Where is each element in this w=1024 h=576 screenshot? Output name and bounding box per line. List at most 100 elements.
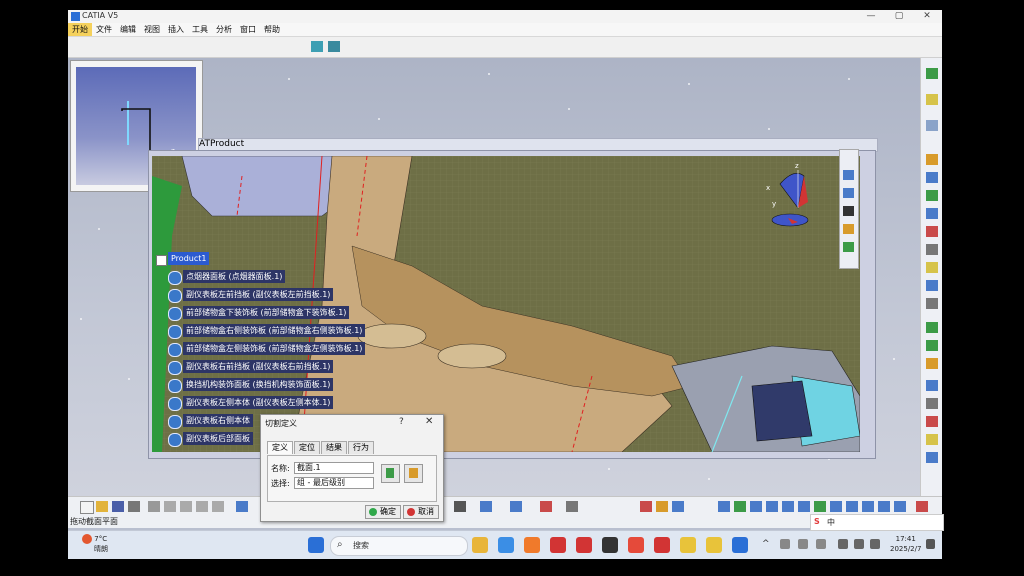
- chrome-icon[interactable]: [628, 537, 644, 553]
- normal-view-icon[interactable]: [814, 501, 826, 512]
- tree-root[interactable]: Product1: [156, 250, 356, 268]
- view-icon[interactable]: [878, 501, 890, 512]
- wifi-icon[interactable]: [838, 539, 848, 549]
- normal-view-icon[interactable]: [843, 242, 854, 252]
- tool-icon[interactable]: [540, 501, 552, 512]
- view-icon[interactable]: [830, 501, 842, 512]
- menu-help[interactable]: 帮助: [260, 23, 284, 36]
- menu-analysis[interactable]: 分析: [212, 23, 236, 36]
- undo-icon[interactable]: [196, 501, 208, 512]
- cancel-button[interactable]: 取消: [403, 505, 439, 519]
- section-tool-2-icon[interactable]: [328, 41, 340, 52]
- menu-view[interactable]: 视图: [140, 23, 164, 36]
- pan-icon[interactable]: [750, 501, 762, 512]
- fit-all-in-icon[interactable]: [734, 501, 746, 512]
- tool-icon[interactable]: [926, 416, 938, 427]
- view-icon[interactable]: [862, 501, 874, 512]
- tree-item[interactable]: 前部储物盒左侧装饰板 (前部储物盒左侧装饰板.1): [156, 340, 366, 358]
- tree-root-label[interactable]: Product1: [168, 252, 210, 265]
- tool-icon[interactable]: [926, 172, 938, 183]
- view-icon[interactable]: [894, 501, 906, 512]
- browser-icon[interactable]: [498, 537, 514, 553]
- fly-mode-icon[interactable]: [718, 501, 730, 512]
- tree-item[interactable]: 副仪表板左侧本体 (副仪表板左侧本体.1): [156, 394, 356, 412]
- rotate-icon[interactable]: [766, 501, 778, 512]
- tree-item-label[interactable]: 前部储物盒下装饰板 (前部储物盒下装饰板.1): [183, 306, 350, 319]
- tool-icon[interactable]: [926, 190, 938, 201]
- section-tool-icon[interactable]: [311, 41, 323, 52]
- notification-bell-icon[interactable]: [926, 539, 935, 549]
- rotate-icon[interactable]: [843, 206, 854, 216]
- tool-icon[interactable]: [566, 501, 578, 512]
- print-icon[interactable]: [128, 501, 140, 512]
- app-icon[interactable]: [654, 537, 670, 553]
- tree-item[interactable]: 点烟器面板 (点烟器面板.1): [156, 268, 356, 286]
- menu-file[interactable]: 文件: [92, 23, 116, 36]
- name-field[interactable]: 截面.1: [294, 462, 374, 474]
- menu-tools[interactable]: 工具: [188, 23, 212, 36]
- zoom-in-icon[interactable]: [782, 501, 794, 512]
- tool-icon[interactable]: [926, 226, 938, 237]
- redo-icon[interactable]: [212, 501, 224, 512]
- tool-icon[interactable]: [926, 358, 938, 369]
- new-icon[interactable]: [80, 501, 94, 514]
- dialog-close-button[interactable]: ✕: [425, 416, 433, 427]
- app-icon[interactable]: [680, 537, 696, 553]
- tree-item-label[interactable]: 前部储物盒右侧装饰板 (前部储物盒右侧装饰板.1): [183, 324, 366, 337]
- battery-icon[interactable]: [870, 539, 880, 549]
- tool-icon[interactable]: [926, 208, 938, 219]
- app-icon[interactable]: [706, 537, 722, 553]
- tree-item[interactable]: 副仪表板右前挡板 (副仪表板右前挡板.1): [156, 358, 356, 376]
- compass[interactable]: x y z: [766, 162, 818, 232]
- whats-this-icon[interactable]: [236, 501, 248, 512]
- tray-icon[interactable]: [798, 539, 808, 549]
- tree-item-label[interactable]: 副仪表板右前挡板 (副仪表板右前挡板.1): [183, 360, 334, 373]
- weather-widget[interactable]: 7°C 晴朗: [82, 534, 108, 554]
- tree-item-label[interactable]: 换挡机构装饰面板 (换挡机构装饰面板.1): [183, 378, 334, 391]
- tree-item[interactable]: 换挡机构装饰面板 (换挡机构装饰面板.1): [156, 376, 356, 394]
- tray-icon[interactable]: [816, 539, 826, 549]
- file-explorer-icon[interactable]: [472, 537, 488, 553]
- ime-toolbar[interactable]: S 中: [810, 514, 944, 531]
- ok-button[interactable]: 确定: [365, 505, 401, 519]
- select-icon[interactable]: [926, 94, 938, 105]
- tool-icon[interactable]: [926, 68, 938, 79]
- tree-item-label[interactable]: 副仪表板左侧本体 (副仪表板左侧本体.1): [183, 396, 334, 409]
- tool-icon[interactable]: [480, 501, 492, 512]
- tool-icon[interactable]: [926, 398, 938, 409]
- pan-icon[interactable]: [843, 188, 854, 198]
- menu-insert[interactable]: 插入: [164, 23, 188, 36]
- tool-icon[interactable]: [926, 340, 938, 351]
- tool-icon[interactable]: [656, 501, 668, 512]
- menu-window[interactable]: 窗口: [236, 23, 260, 36]
- zoom-icon[interactable]: [843, 224, 854, 234]
- tree-item-label[interactable]: 副仪表板左前挡板 (副仪表板左前挡板.1): [183, 288, 334, 301]
- dialog-help-button[interactable]: ?: [399, 417, 404, 427]
- tab-behavior[interactable]: 行为: [348, 441, 374, 454]
- tree-item-label[interactable]: 点烟器面板 (点烟器面板.1): [183, 270, 286, 283]
- tool-icon[interactable]: [926, 434, 938, 445]
- menu-start[interactable]: 开始: [68, 23, 92, 36]
- tool-icon[interactable]: [510, 501, 522, 512]
- selection-field[interactable]: 组 - 最后级别: [294, 477, 374, 489]
- save-icon[interactable]: [112, 501, 124, 512]
- cut-icon[interactable]: [148, 501, 160, 512]
- tool-icon[interactable]: [926, 154, 938, 165]
- tab-result[interactable]: 结果: [321, 441, 347, 454]
- tool-icon[interactable]: [640, 501, 652, 512]
- minimize-button[interactable]: —: [857, 10, 885, 23]
- open-icon[interactable]: [96, 501, 108, 512]
- tree-item-label[interactable]: 副仪表板后部面板: [183, 432, 253, 445]
- tool-icon[interactable]: [926, 262, 938, 273]
- tree-item[interactable]: 副仪表板左前挡板 (副仪表板左前挡板.1): [156, 286, 356, 304]
- tray-chevron-icon[interactable]: ^: [762, 539, 770, 549]
- tool-icon[interactable]: [926, 298, 938, 309]
- tool-icon[interactable]: [926, 452, 938, 463]
- copy-icon[interactable]: [164, 501, 176, 512]
- maximize-button[interactable]: ▢: [885, 10, 913, 23]
- start-icon[interactable]: [308, 537, 324, 553]
- tool-icon[interactable]: [926, 380, 938, 391]
- taskbar-clock[interactable]: 17:41 2025/2/7: [890, 534, 921, 554]
- ime-mode[interactable]: 中: [827, 517, 835, 528]
- view-icon[interactable]: [846, 501, 858, 512]
